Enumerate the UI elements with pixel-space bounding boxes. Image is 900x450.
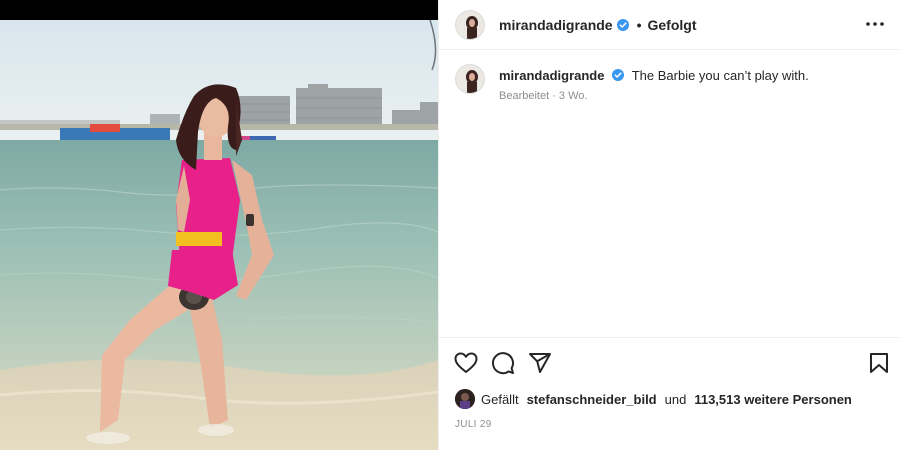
- caption-avatar[interactable]: [455, 64, 485, 94]
- author-avatar[interactable]: [455, 9, 485, 40]
- comment-button[interactable]: [490, 350, 516, 376]
- likes-and: und: [664, 391, 687, 407]
- post-header: mirandadigrande • Gefolgt: [439, 0, 900, 50]
- verified-badge-icon: [612, 69, 625, 81]
- caption-block: mirandadigrande The Barbie you can’t pla…: [455, 64, 885, 102]
- like-button[interactable]: [453, 350, 479, 376]
- liker-username[interactable]: stefanschneider_bild: [527, 392, 657, 407]
- post-sidebar: mirandadigrande • Gefolgt mirandadigrand…: [438, 0, 900, 450]
- caption-line: mirandadigrande The Barbie you can’t pla…: [499, 67, 809, 85]
- caption-text: The Barbie you can’t play with.: [631, 68, 809, 83]
- bookmark-icon: [870, 353, 888, 373]
- likes-prefix: Gefällt: [481, 391, 519, 407]
- share-button[interactable]: [527, 350, 553, 376]
- verified-badge-icon: [616, 18, 629, 31]
- more-options-button[interactable]: [863, 12, 887, 36]
- liker-avatar[interactable]: [455, 389, 475, 409]
- heart-icon: [454, 352, 478, 373]
- comment-icon: [492, 352, 514, 375]
- post-photo: [0, 0, 438, 450]
- post-actions: [439, 337, 900, 387]
- caption-username[interactable]: mirandadigrande: [499, 68, 604, 83]
- caption-body: mirandadigrande The Barbie you can’t pla…: [499, 64, 809, 102]
- follow-button[interactable]: Gefolgt: [648, 17, 697, 33]
- caption-meta: Bearbeitet · 3 Wo.: [499, 90, 588, 102]
- post-media[interactable]: [0, 0, 438, 450]
- header-separator: •: [636, 16, 642, 33]
- likes-count[interactable]: 113,513 weitere Personen: [694, 392, 852, 407]
- author-username[interactable]: mirandadigrande: [499, 17, 613, 33]
- more-options-icon: [866, 22, 884, 26]
- post-date[interactable]: JULI 29: [455, 419, 492, 430]
- likes-summary: Gefällt stefanschneider_bild und 113,513…: [455, 388, 852, 410]
- save-button[interactable]: [866, 350, 892, 376]
- send-icon: [529, 353, 551, 373]
